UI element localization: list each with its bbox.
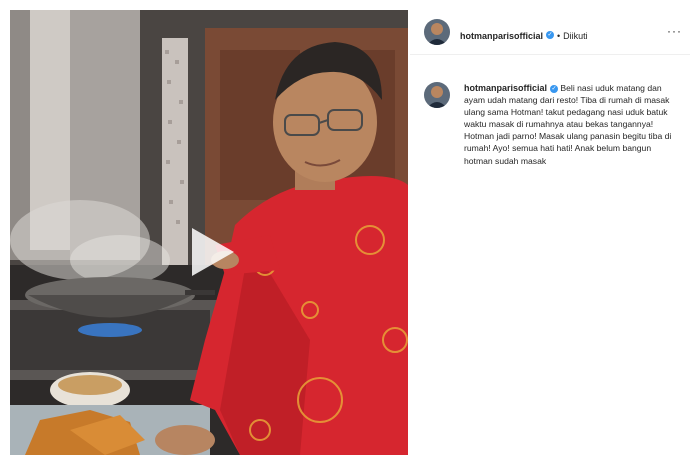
- instagram-post: hotmanparisofficial ✓ • Diikuti ··· hotmanp…: [0, 0, 700, 465]
- header-username[interactable]: hotmanparisofficial: [460, 31, 543, 41]
- caption-username[interactable]: hotmanparisofficial: [464, 83, 547, 93]
- header-meta: hotmanparisofficial ✓ • Diikuti: [460, 26, 588, 44]
- post-header: hotmanparisofficial ✓ • Diikuti ···: [410, 10, 690, 55]
- post-video[interactable]: [10, 10, 408, 455]
- follow-status[interactable]: Diikuti: [563, 31, 588, 41]
- avatar-image: [424, 82, 450, 108]
- post-side-panel: hotmanparisofficial ✓ • Diikuti ···: [410, 10, 690, 455]
- play-icon[interactable]: [182, 224, 238, 280]
- verified-badge-icon: ✓: [546, 30, 555, 39]
- caption-text: Beli nasi uduk matang dan ayam udah mata…: [464, 83, 672, 166]
- verified-badge-icon: ✓: [550, 84, 559, 93]
- more-options-icon[interactable]: ···: [667, 24, 682, 38]
- caption-avatar[interactable]: [424, 82, 450, 108]
- header-separator: •: [557, 31, 561, 41]
- avatar-image: [424, 19, 450, 45]
- post-caption: hotmanparisofficial ✓ Beli nasi uduk mata…: [464, 82, 679, 167]
- avatar[interactable]: [424, 19, 450, 45]
